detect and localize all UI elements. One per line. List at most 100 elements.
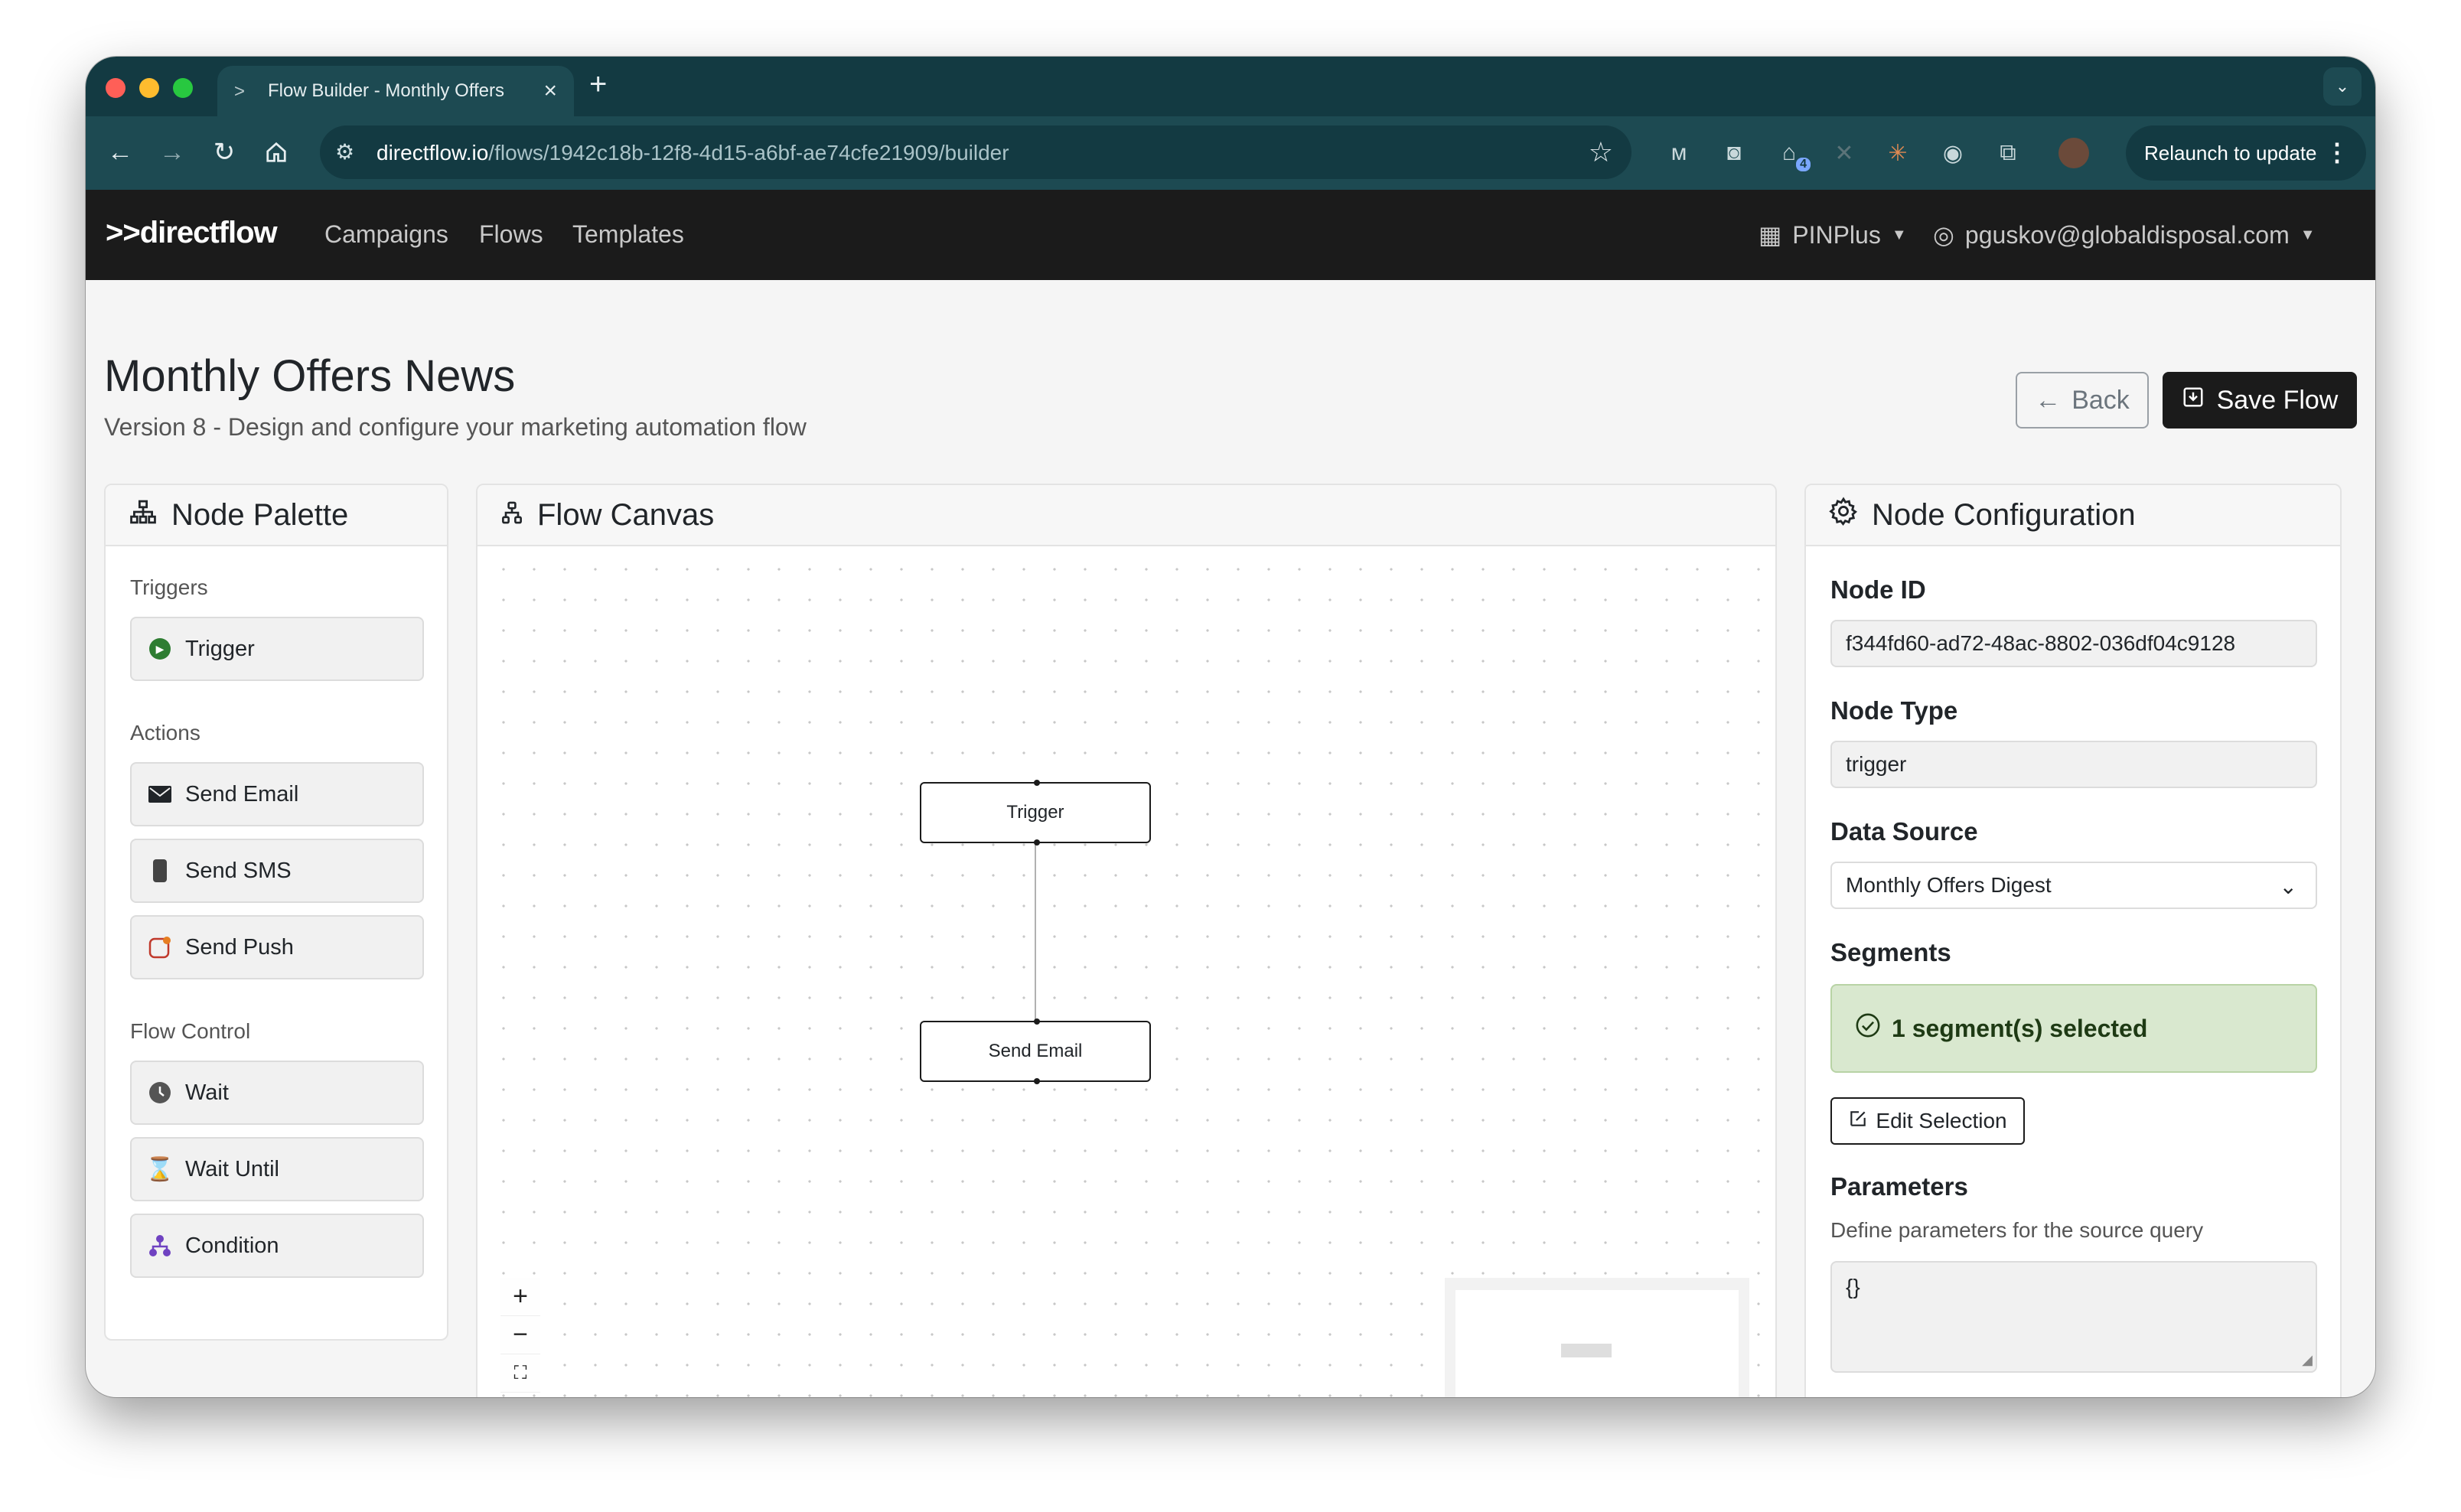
palette-item-label: Send Email (185, 781, 299, 807)
parameters-textarea[interactable]: {} ◢ (1830, 1261, 2317, 1373)
palette-item-send-sms[interactable]: Send SMS (130, 839, 424, 903)
user-circle-icon: ◎ (1933, 221, 1954, 249)
palette-item-wait[interactable]: Wait (130, 1061, 424, 1125)
play-circle-icon: ▶ (147, 636, 173, 662)
home-icon[interactable] (257, 133, 295, 171)
palette-item-send-email[interactable]: Send Email (130, 762, 424, 826)
flow-node-trigger[interactable]: Trigger (920, 780, 1151, 846)
browser-window: > Flow Builder - Monthly Offers × + ⌄ ← … (86, 57, 2375, 1397)
notification-icon (147, 934, 173, 960)
node-handle-top[interactable] (1034, 1018, 1040, 1025)
forward-arrow-icon[interactable]: → (153, 133, 191, 171)
flow-node-send-email[interactable]: Send Email (920, 1018, 1151, 1084)
new-tab-icon[interactable]: + (589, 67, 607, 102)
extension-badge: 4 (1796, 158, 1811, 171)
check-circle-icon (1855, 1012, 1881, 1044)
section-label-actions: Actions (130, 721, 200, 745)
minimize-window-button[interactable] (139, 78, 159, 98)
data-source-value: Monthly Offers Digest (1846, 873, 2052, 897)
browser-tab[interactable]: > Flow Builder - Monthly Offers × (217, 66, 574, 116)
diagram-icon (129, 498, 158, 533)
envelope-icon (147, 781, 173, 807)
edit-pencil-icon (1848, 1109, 1868, 1134)
edit-selection-label: Edit Selection (1876, 1109, 2007, 1132)
profile-avatar-icon[interactable] (2057, 136, 2091, 170)
palette-item-label: Condition (185, 1233, 279, 1258)
browser-toolbar: ← → ↻ ⚙ directflow.io/flows/1942c18b-12f… (86, 116, 2375, 190)
hourglass-icon: ⌛ (145, 1156, 174, 1182)
back-label: Back (2071, 385, 2130, 415)
palette-item-condition[interactable]: Condition (130, 1214, 424, 1278)
home-extension-icon[interactable]: ⌂ 4 (1772, 136, 1811, 171)
camera-extension-icon[interactable]: ◙ (1717, 136, 1751, 170)
back-arrow-icon[interactable]: ← (101, 133, 139, 171)
extension-icon[interactable]: ᴍ (1662, 136, 1696, 170)
bookmark-star-icon[interactable]: ☆ (1589, 136, 1613, 168)
canvas-minimap[interactable] (1445, 1278, 1749, 1397)
node-id-field[interactable]: f344fd60-ad72-48ac-8802-036df04c9128 (1830, 620, 2317, 667)
tab-strip: > Flow Builder - Monthly Offers × + ⌄ (86, 57, 2375, 116)
user-dropdown[interactable]: ◎ pguskov@globaldisposal.com ▼ (1933, 220, 2316, 249)
palette-item-label: Send SMS (185, 858, 292, 883)
relaunch-button[interactable]: Relaunch to update ⋮ (2126, 125, 2366, 181)
flow-canvas[interactable]: Trigger Send Email + − ⛶ (478, 546, 1775, 1397)
palette-item-label: Wait (185, 1080, 229, 1105)
address-bar[interactable]: ⚙ directflow.io/flows/1942c18b-12f8-4d15… (320, 125, 1631, 179)
nav-templates[interactable]: Templates (572, 220, 684, 249)
site-settings-icon[interactable]: ⚙ (335, 139, 354, 165)
page-title: Monthly Offers News (104, 351, 516, 401)
nav-flows[interactable]: Flows (479, 220, 543, 249)
node-palette-header: Node Palette (106, 485, 447, 546)
browser-menu-icon[interactable]: ⋮ (2325, 138, 2349, 167)
building-icon: ▦ (1759, 221, 1782, 249)
spark-extension-icon[interactable]: ✳ (1881, 136, 1915, 170)
node-type-field[interactable]: trigger (1830, 741, 2317, 788)
reload-icon[interactable]: ↻ (205, 133, 243, 171)
zoom-out-button[interactable]: − (500, 1316, 540, 1354)
back-button[interactable]: ← Back (2016, 372, 2149, 429)
segments-label: Segments (1830, 938, 1951, 966)
tab-search-chevron-icon[interactable]: ⌄ (2323, 67, 2362, 106)
owl-extension-icon[interactable]: ◉ (1936, 136, 1970, 170)
app-navbar: >>directflow Campaigns Flows Templates ▦… (86, 190, 2375, 280)
node-handle-bottom[interactable] (1034, 1078, 1040, 1084)
flow-node-label: Trigger (1006, 802, 1064, 823)
node-config-title: Node Configuration (1872, 497, 2136, 532)
palette-item-trigger[interactable]: ▶ Trigger (130, 617, 424, 681)
node-palette-card: Node Palette Triggers ▶ Trigger Actions … (104, 484, 448, 1341)
palette-item-wait-until[interactable]: ⌛ Wait Until (130, 1137, 424, 1201)
flow-canvas-header: Flow Canvas (478, 485, 1775, 546)
gear-icon (1829, 497, 1858, 533)
segments-status-alert: 1 segment(s) selected (1830, 984, 2317, 1073)
blocked-extension-icon[interactable]: ✕ (1827, 136, 1861, 170)
edit-selection-button[interactable]: Edit Selection (1830, 1097, 2025, 1145)
tab-close-icon[interactable]: × (543, 78, 557, 104)
node-handle-bottom[interactable] (1034, 839, 1040, 846)
palette-item-send-push[interactable]: Send Push (130, 915, 424, 979)
save-flow-button[interactable]: Save Flow (2163, 372, 2357, 429)
node-config-card: Node Configuration Node ID f344fd60-ad72… (1804, 484, 2342, 1397)
close-window-button[interactable] (106, 78, 125, 98)
org-dropdown[interactable]: ▦ PINPlus ▼ (1759, 220, 1907, 249)
data-source-select[interactable]: Monthly Offers Digest ⌄ (1830, 862, 2317, 909)
fit-view-icon[interactable]: ⛶ (500, 1354, 540, 1393)
parameters-value: {} (1846, 1275, 1860, 1299)
maximize-window-button[interactable] (173, 78, 193, 98)
data-source-label: Data Source (1830, 817, 1978, 846)
node-id-label: Node ID (1830, 575, 1926, 604)
node-handle-top[interactable] (1034, 780, 1040, 786)
caret-down-icon: ▼ (1891, 226, 1907, 243)
clock-icon (147, 1080, 173, 1106)
palette-item-label: Trigger (185, 636, 255, 661)
puzzle-extensions-icon[interactable]: ⧉ (1991, 136, 2025, 170)
brand-logo[interactable]: >>directflow (106, 216, 278, 250)
minimap-viewport (1455, 1290, 1739, 1397)
flow-edge[interactable] (1035, 842, 1036, 1021)
node-type-label: Node Type (1830, 696, 1958, 725)
flow-canvas-title: Flow Canvas (537, 497, 715, 532)
resize-handle-icon[interactable]: ◢ (2302, 1352, 2313, 1368)
section-label-triggers: Triggers (130, 575, 208, 599)
zoom-in-button[interactable]: + (500, 1278, 540, 1316)
org-name: PINPlus (1792, 220, 1881, 249)
nav-campaigns[interactable]: Campaigns (324, 220, 448, 249)
